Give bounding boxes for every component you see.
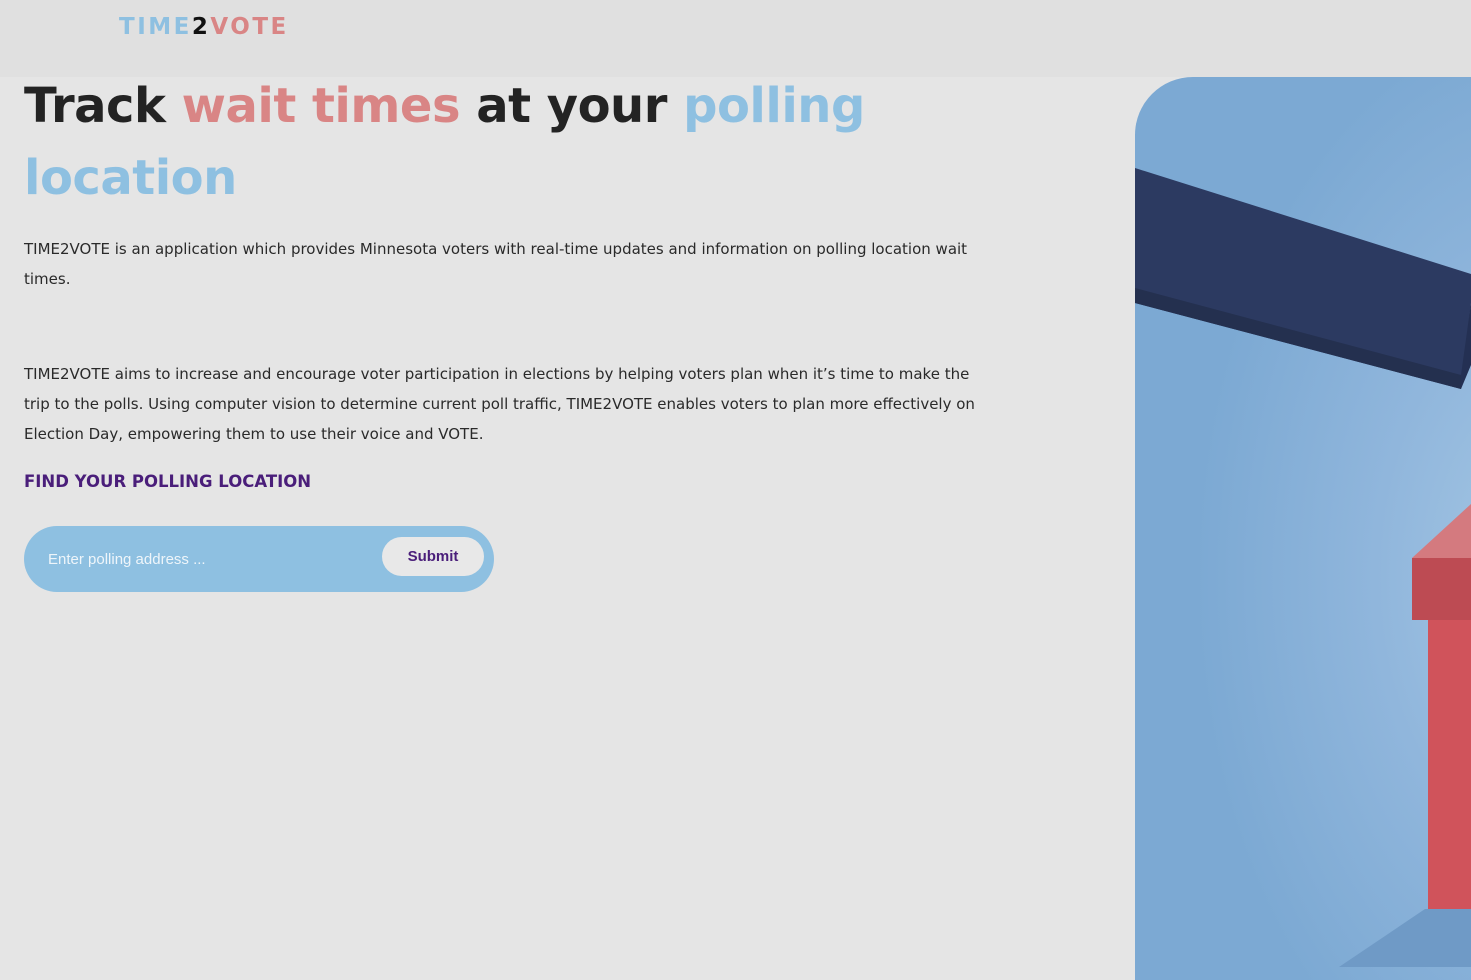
logo-part-two: 2: [191, 14, 211, 40]
intro-paragraph: TIME2VOTE is an application which provid…: [24, 240, 968, 288]
logo-part-vote: VOTE: [210, 14, 289, 40]
ballot-box-lid: [1135, 168, 1471, 389]
flag-top: [1412, 504, 1471, 558]
flag-post: [1428, 620, 1471, 946]
site-logo[interactable]: TIME2VOTE: [119, 12, 289, 42]
site-header: TIME2VOTE: [0, 0, 1471, 77]
mission-paragraph: TIME2VOTE aims to increase and encourage…: [24, 365, 975, 443]
headline-part-at-your: at your: [460, 78, 684, 134]
polling-address-input[interactable]: [48, 543, 368, 575]
polling-search-form: Submit: [24, 526, 494, 592]
ballot-box-illustration: [1135, 77, 1471, 980]
page-headline: Track wait times at your polling locatio…: [24, 70, 1024, 214]
headline-part-wait-times: wait times: [181, 78, 461, 134]
headline-part-track: Track: [24, 78, 182, 134]
base-shadow: [1339, 909, 1471, 967]
find-polling-heading: FIND YOUR POLLING LOCATION: [24, 472, 312, 491]
flag-block: [1412, 558, 1471, 620]
logo-part-time: TIME: [119, 14, 192, 40]
ballot-box-illustration-graphic: [1135, 168, 1471, 967]
submit-button[interactable]: Submit: [382, 537, 484, 576]
